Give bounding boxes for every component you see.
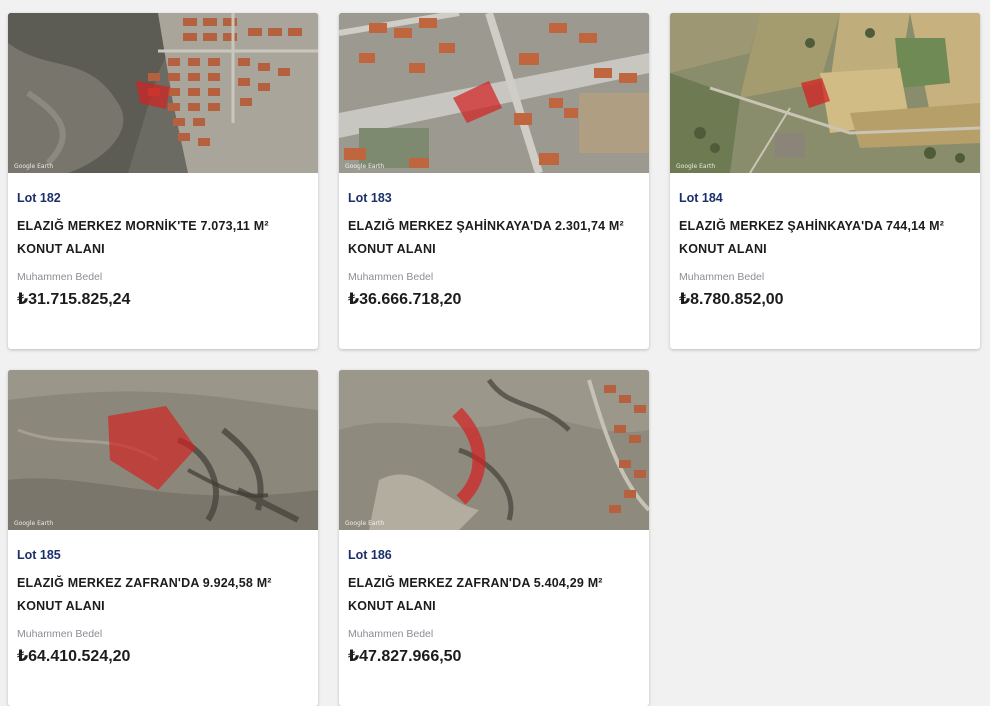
lot-title-line2: KONUT ALANI xyxy=(348,599,436,613)
lot-title-line1: ELAZIĞ MERKEZ ŞAHİNKAYA'DA 2.301,74 M² xyxy=(348,219,624,233)
lot-card-186[interactable]: Google Earth Lot 186 ELAZIĞ MERKEZ ZAFRA… xyxy=(339,370,649,706)
lot-title-line1: ELAZIĞ MERKEZ ZAFRAN'DA 9.924,58 M² xyxy=(17,576,272,590)
satellite-image xyxy=(339,370,649,530)
price-value: ₺64.410.524,20 xyxy=(17,648,131,665)
lot-thumbnail[interactable]: Google Earth xyxy=(8,370,318,530)
lot-card-183[interactable]: Google Earth Lot 183 ELAZIĞ MERKEZ ŞAHİN… xyxy=(339,13,649,349)
lot-title-line1: ELAZIĞ MERKEZ ZAFRAN'DA 5.404,29 M² xyxy=(348,576,603,590)
satellite-image xyxy=(339,13,649,173)
lot-title[interactable]: ELAZIĞ MERKEZ ZAFRAN'DA 5.404,29 M² KONU… xyxy=(348,572,640,618)
lot-thumbnail[interactable]: Google Earth xyxy=(8,13,318,173)
satellite-image xyxy=(8,13,318,173)
lot-title[interactable]: ELAZIĞ MERKEZ ZAFRAN'DA 9.924,58 M² KONU… xyxy=(17,572,309,618)
lot-grid: Google Earth Lot 182 ELAZIĞ MERKEZ MORNİ… xyxy=(0,0,990,706)
lot-thumbnail[interactable]: Google Earth xyxy=(339,13,649,173)
lot-number[interactable]: Lot 186 xyxy=(348,548,640,562)
price-label: Muhammen Bedel xyxy=(348,271,434,283)
lot-card-184[interactable]: Google Earth Lot 184 ELAZIĞ MERKEZ ŞAHİN… xyxy=(670,13,980,349)
lot-title-line1: ELAZIĞ MERKEZ MORNİK'TE 7.073,11 M² xyxy=(17,219,269,233)
lot-thumbnail[interactable]: Google Earth xyxy=(670,13,980,173)
price-value: ₺8.780.852,00 xyxy=(679,291,784,308)
price-value: ₺31.715.825,24 xyxy=(17,291,131,308)
price-label: Muhammen Bedel xyxy=(17,271,103,283)
lot-title-line2: KONUT ALANI xyxy=(679,242,767,256)
price-label: Muhammen Bedel xyxy=(348,628,434,640)
lot-title[interactable]: ELAZIĞ MERKEZ MORNİK'TE 7.073,11 M² KONU… xyxy=(17,215,309,261)
price-label: Muhammen Bedel xyxy=(679,271,765,283)
lot-number[interactable]: Lot 183 xyxy=(348,191,640,205)
lot-number[interactable]: Lot 184 xyxy=(679,191,971,205)
lot-title-line1: ELAZIĞ MERKEZ ŞAHİNKAYA'DA 744,14 M² xyxy=(679,219,945,233)
lot-title[interactable]: ELAZIĞ MERKEZ ŞAHİNKAYA'DA 2.301,74 M² K… xyxy=(348,215,640,261)
lot-thumbnail[interactable]: Google Earth xyxy=(339,370,649,530)
lot-title-line2: KONUT ALANI xyxy=(348,242,436,256)
lot-number[interactable]: Lot 182 xyxy=(17,191,309,205)
lot-card-182[interactable]: Google Earth Lot 182 ELAZIĞ MERKEZ MORNİ… xyxy=(8,13,318,349)
lot-number[interactable]: Lot 185 xyxy=(17,548,309,562)
lot-title-line2: KONUT ALANI xyxy=(17,242,105,256)
lot-title[interactable]: ELAZIĞ MERKEZ ŞAHİNKAYA'DA 744,14 M² KON… xyxy=(679,215,971,261)
price-label: Muhammen Bedel xyxy=(17,628,103,640)
price-value: ₺47.827.966,50 xyxy=(348,648,462,665)
satellite-image xyxy=(670,13,980,173)
lot-card-185[interactable]: Google Earth Lot 185 ELAZIĞ MERKEZ ZAFRA… xyxy=(8,370,318,706)
satellite-image xyxy=(8,370,318,530)
price-value: ₺36.666.718,20 xyxy=(348,291,462,308)
lot-title-line2: KONUT ALANI xyxy=(17,599,105,613)
